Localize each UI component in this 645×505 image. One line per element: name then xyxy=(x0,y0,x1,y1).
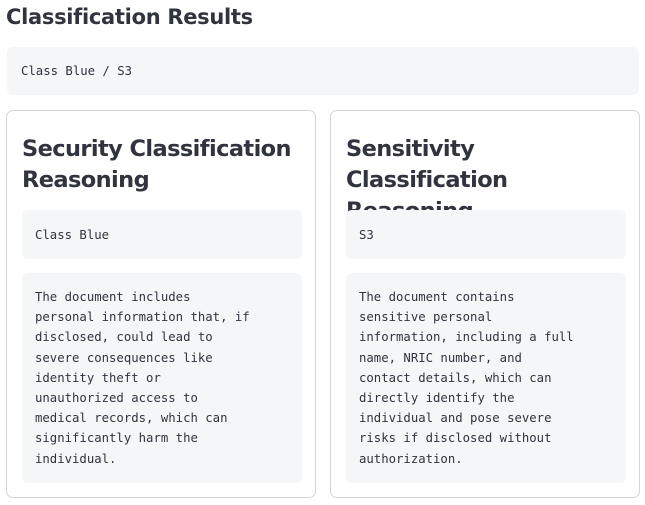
classification-summary-value: Class Blue / S3 xyxy=(21,64,133,78)
security-classification-card: Security Classification Reasoning Class … xyxy=(6,110,316,498)
security-class-value-block: Class Blue xyxy=(22,210,302,259)
sensitivity-reasoning-block: The document contains sensitive personal… xyxy=(346,273,626,483)
security-classification-heading: Security Classification Reasoning xyxy=(22,134,307,196)
sensitivity-reasoning-text: The document contains sensitive personal… xyxy=(359,290,574,466)
security-reasoning-text: The document includes personal informati… xyxy=(35,290,250,466)
security-heading-line1: Security Classification xyxy=(22,136,292,162)
security-heading-line2: Reasoning xyxy=(22,167,150,193)
classification-summary-block: Class Blue / S3 xyxy=(7,47,639,95)
sensitivity-level-value: S3 xyxy=(359,227,374,242)
page-title: Classification Results xyxy=(6,5,253,29)
security-class-value: Class Blue xyxy=(35,227,110,242)
security-reasoning-block: The document includes personal informati… xyxy=(22,273,302,483)
sensitivity-level-value-block: S3 xyxy=(346,210,626,259)
sensitivity-classification-card: Sensitivity Classification Reasoning S3 … xyxy=(330,110,640,498)
sensitivity-heading-line1: Sensitivity Classification xyxy=(346,136,508,193)
